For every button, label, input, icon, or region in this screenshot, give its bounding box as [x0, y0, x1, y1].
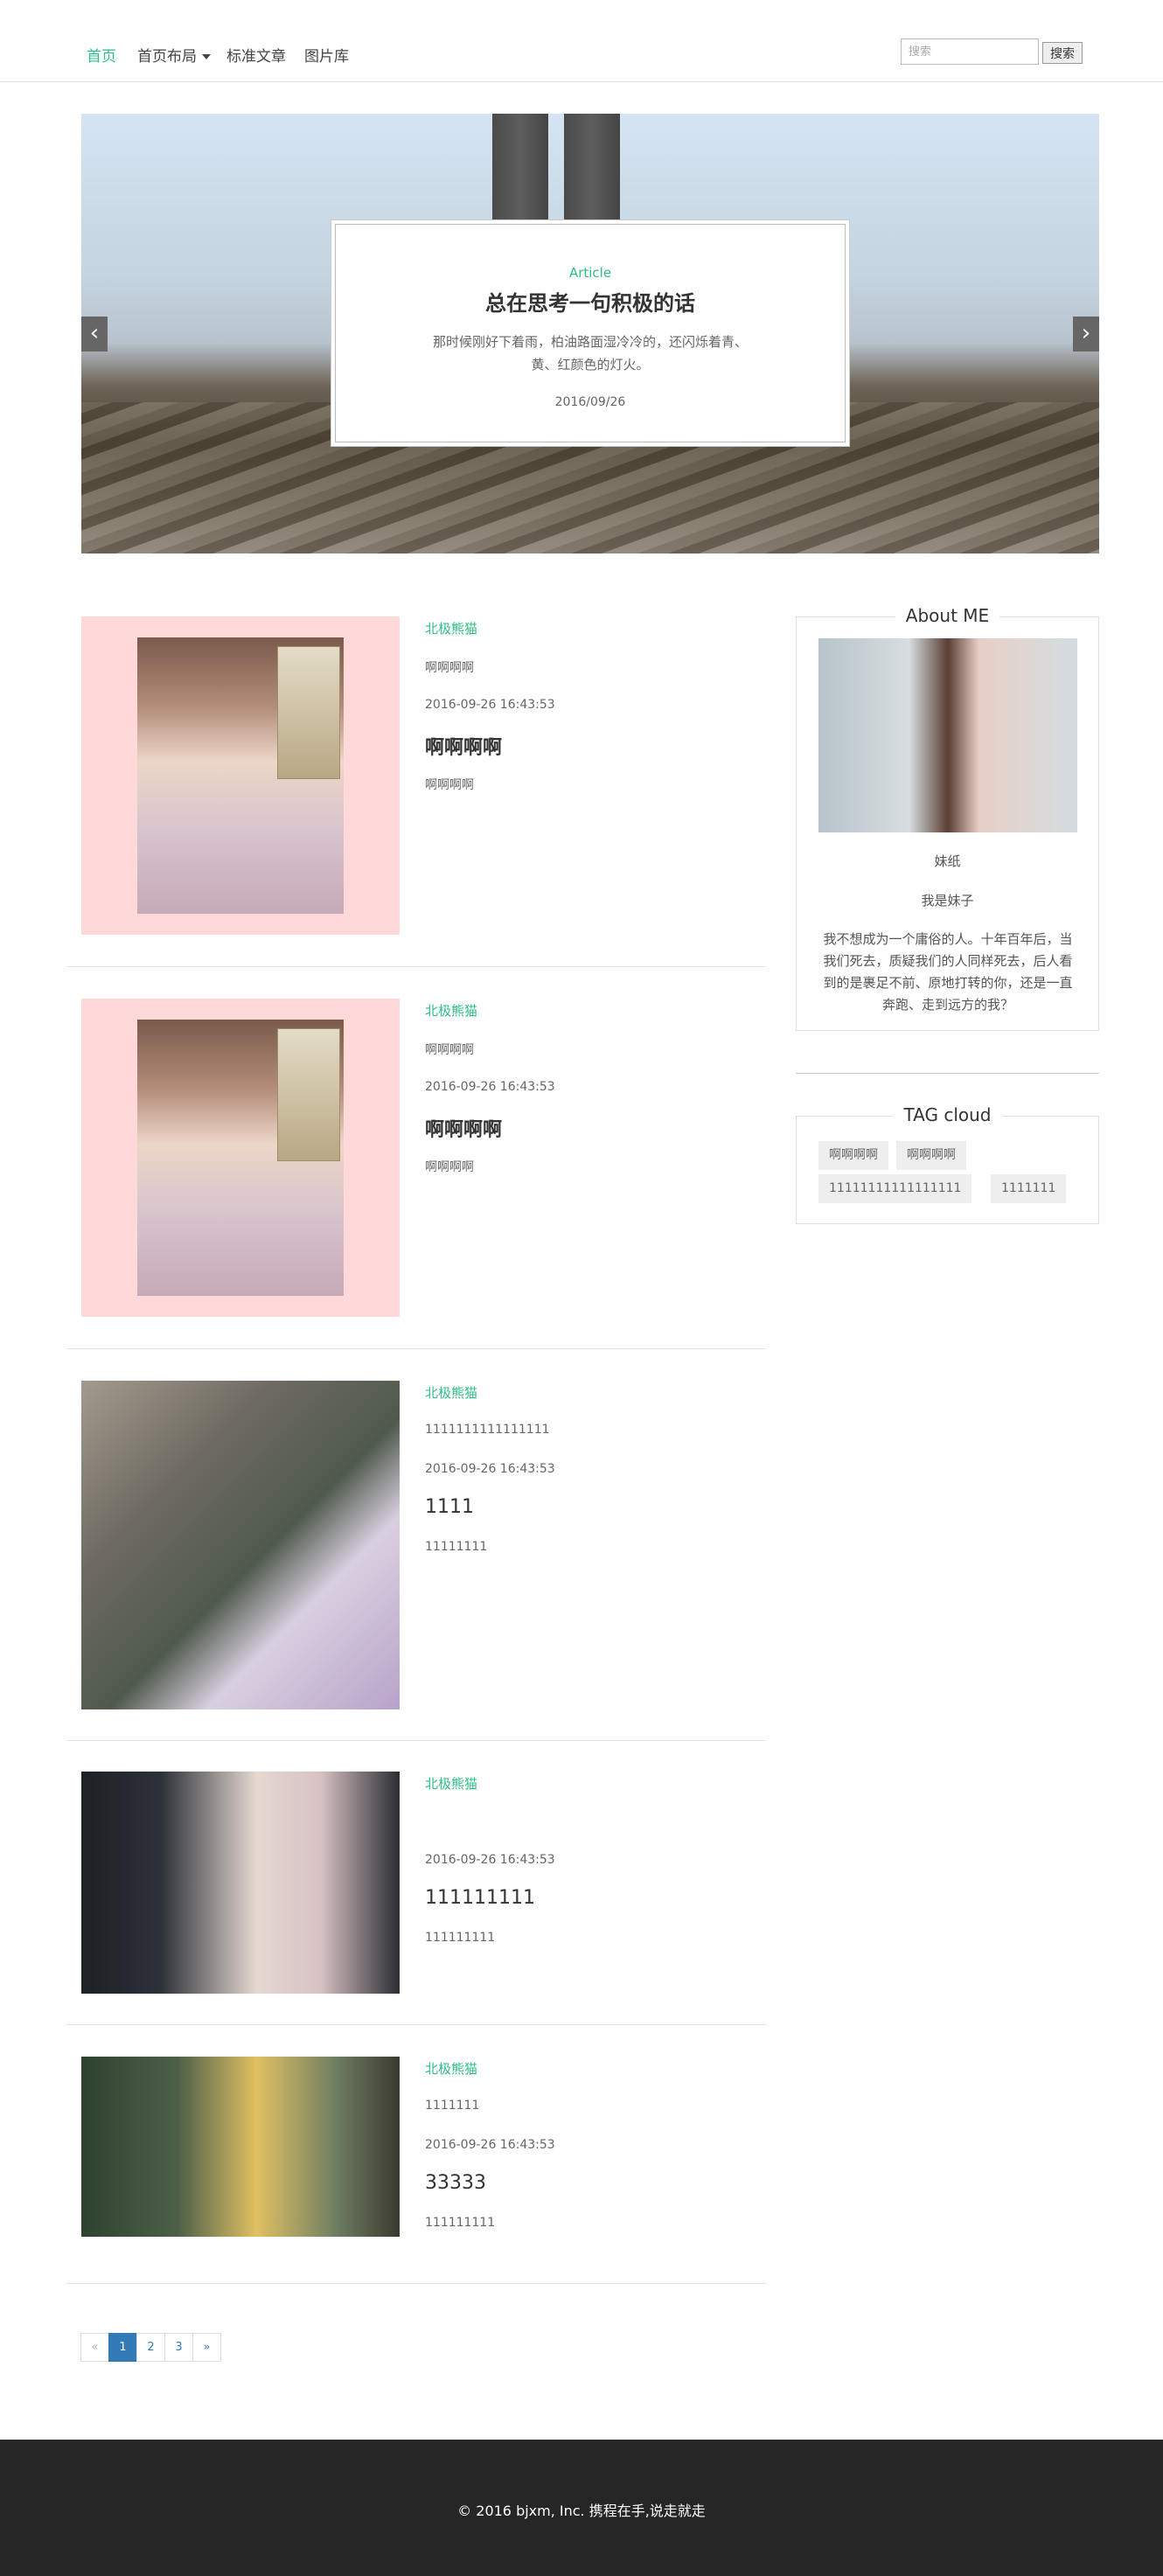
article-date: 2016-09-26 16:43:53 [425, 1080, 555, 1094]
article-photo [81, 2057, 400, 2237]
article-date: 2016-09-26 16:43:53 [425, 698, 555, 712]
article-photo [81, 1772, 400, 1994]
article-thumbnail[interactable] [81, 1772, 400, 1994]
article-thumbnail[interactable] [81, 1381, 400, 1709]
pagination-page-3[interactable]: 3 [164, 2333, 193, 2362]
about-name: 妹纸 [934, 853, 961, 869]
article-desc: 111111111 [425, 1931, 496, 1945]
article-item[interactable]: 北极熊猫 1111111 2016-09-26 16:43:53 33333 1… [66, 2057, 766, 2284]
article-photo [137, 637, 344, 914]
article-category[interactable]: 北极熊猫 [425, 1774, 477, 1793]
article-subtitle: 1111111111111111 [425, 1423, 550, 1437]
navbar: 首页 首页布局 标准文章 图片库 搜索 [0, 0, 1163, 82]
article-subtitle: 1111111 [425, 2099, 480, 2113]
about-subtitle: 我是妹子 [921, 893, 974, 909]
tag-item[interactable]: 11111111111111111 [818, 1174, 972, 1203]
article-desc: 111111111 [425, 2216, 496, 2230]
article-title[interactable]: 33333 [425, 2172, 486, 2194]
article-photo [137, 1020, 344, 1296]
tag-cloud-panel: TAG cloud 啊啊啊啊 啊啊啊啊 11111111111111111 11… [796, 1104, 1099, 1224]
sidebar-divider [796, 1073, 1099, 1074]
chevron-left-icon[interactable]: ‹ [81, 317, 108, 352]
article-title[interactable]: 111111111 [425, 1887, 535, 1909]
caption-title: 总在思考一句积极的话 [485, 291, 695, 316]
footer-copyright: © 2016 bjxm, Inc. 携程在手,说走就走 [457, 2503, 706, 2519]
nav-item-layout-label: 首页布局 [137, 48, 197, 66]
hero-image-legs [492, 114, 623, 236]
article-date: 2016-09-26 16:43:53 [425, 1462, 555, 1476]
article-date: 2016-09-26 16:43:53 [425, 1853, 555, 1867]
about-title: About ME [895, 605, 1000, 626]
nav-item-layout[interactable]: 首页布局 [137, 44, 211, 66]
hero-carousel: Article 总在思考一句积极的话 那时候刚好下着雨，柏油路面湿冷冷的，还闪烁… [81, 114, 1099, 553]
about-panel: About ME 妹纸 我是妹子 我不想成为一个庸俗的人。十年百年后，当我们死去… [796, 605, 1099, 1031]
article-category[interactable]: 北极熊猫 [425, 1001, 477, 1020]
about-photo [818, 638, 1077, 832]
article-desc: 啊啊啊啊 [425, 778, 474, 792]
tag-item[interactable]: 啊啊啊啊 [818, 1141, 888, 1170]
article-subtitle: 啊啊啊啊 [425, 661, 474, 675]
article-desc: 11111111 [425, 1540, 488, 1554]
chevron-right-icon[interactable]: › [1073, 317, 1099, 352]
pagination-page-1[interactable]: 1 [108, 2333, 137, 2362]
article-item[interactable]: 北极熊猫 1111111111111111 2016-09-26 16:43:5… [66, 1381, 766, 1741]
article-category[interactable]: 北极熊猫 [425, 2059, 477, 2078]
article-item[interactable]: 北极熊猫 啊啊啊啊 2016-09-26 16:43:53 啊啊啊啊 啊啊啊啊 [66, 616, 766, 967]
nav-item-articles[interactable]: 标准文章 [226, 44, 286, 66]
about-text: 我不想成为一个庸俗的人。十年百年后，当我们死去，质疑我们的人同样死去，后人看到的… [823, 931, 1073, 1013]
article-title[interactable]: 啊啊啊啊 [425, 1114, 502, 1142]
carousel-caption[interactable]: Article 总在思考一句积极的话 那时候刚好下着雨，柏油路面湿冷冷的，还闪烁… [332, 221, 848, 445]
nav-item-home[interactable]: 首页 [87, 44, 116, 66]
article-item[interactable]: 北极熊猫 啊啊啊啊 2016-09-26 16:43:53 啊啊啊啊 啊啊啊啊 [66, 999, 766, 1349]
search-input[interactable] [901, 38, 1039, 65]
article-item[interactable]: 北极熊猫 2016-09-26 16:43:53 111111111 11111… [66, 1772, 766, 2025]
article-photo [81, 1381, 400, 1709]
article-category[interactable]: 北极熊猫 [425, 619, 477, 637]
caption-date: 2016/09/26 [554, 395, 626, 409]
article-title[interactable]: 1111 [425, 1496, 474, 1518]
caption-tag: Article [568, 265, 612, 281]
article-category[interactable]: 北极熊猫 [425, 1383, 477, 1402]
tag-item[interactable]: 1111111 [991, 1174, 1067, 1203]
pagination: « 1 2 3 » [80, 2333, 221, 2362]
tag-cloud-title: TAG cloud [893, 1104, 1002, 1125]
pagination-page-2[interactable]: 2 [136, 2333, 165, 2362]
article-thumbnail[interactable] [81, 999, 400, 1317]
article-desc: 啊啊啊啊 [425, 1160, 474, 1174]
caret-down-icon [202, 54, 211, 59]
article-title[interactable]: 啊啊啊啊 [425, 732, 502, 760]
pagination-next[interactable]: » [192, 2333, 221, 2362]
nav-item-gallery[interactable]: 图片库 [304, 44, 349, 66]
article-subtitle: 啊啊啊啊 [425, 1043, 474, 1057]
caption-text: 那时候刚好下着雨，柏油路面湿冷冷的，还闪烁着青、黄、红颜色的灯火。 [432, 334, 748, 372]
footer: © 2016 bjxm, Inc. 携程在手,说走就走 [0, 2440, 1163, 2576]
pagination-prev[interactable]: « [80, 2333, 109, 2362]
article-thumbnail[interactable] [81, 2057, 400, 2237]
article-thumbnail[interactable] [81, 616, 400, 935]
search-button[interactable]: 搜索 [1042, 42, 1083, 64]
tag-item[interactable]: 啊啊啊啊 [896, 1141, 966, 1170]
article-date: 2016-09-26 16:43:53 [425, 2138, 555, 2152]
